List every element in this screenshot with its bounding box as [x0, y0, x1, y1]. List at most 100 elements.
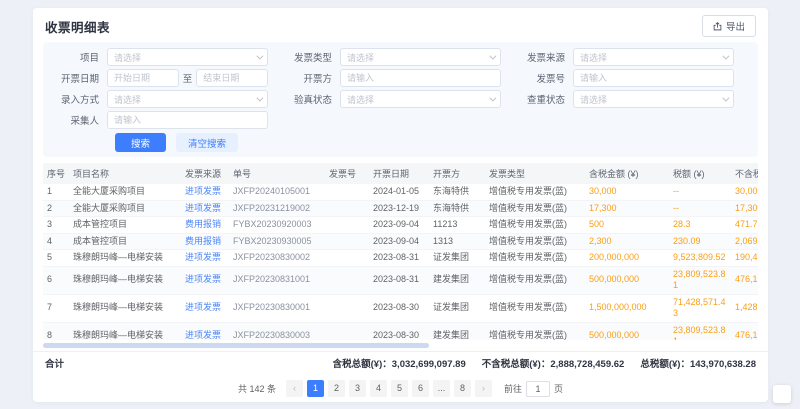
- field-label-project: 项目: [51, 50, 107, 64]
- filter-field-project: 项目 请选择: [51, 48, 284, 66]
- cell-source[interactable]: 进项发票: [181, 184, 229, 200]
- field-label-entry-method: 录入方式: [51, 92, 107, 106]
- pagination: 共 142 条 ‹ 123456...8 › 前往 页: [33, 374, 768, 402]
- filter-field-dedup-status: 查重状态 请选择: [517, 90, 750, 108]
- cell-net: 17,300: [731, 200, 758, 217]
- cell-invoice_no: [325, 250, 369, 267]
- cell-source[interactable]: 进项发票: [181, 250, 229, 267]
- cell-source[interactable]: 进项发票: [181, 322, 229, 340]
- cell-issuer: 东海特供: [429, 200, 485, 217]
- cell-date: 2023-08-30: [369, 322, 429, 340]
- cell-no: 8: [43, 322, 69, 340]
- cell-source[interactable]: 进项发票: [181, 294, 229, 322]
- cell-no: 4: [43, 233, 69, 250]
- column-header-source: 发票来源: [181, 163, 229, 184]
- cell-project: 珠穆朗玛峰—电梯安装: [69, 250, 181, 267]
- cell-order_no: JXFP20230830003: [229, 322, 325, 340]
- select-placeholder: 请选择: [347, 93, 374, 106]
- cell-date: 2023-09-04: [369, 233, 429, 250]
- goto-page-input[interactable]: [526, 381, 550, 397]
- clear-search-button[interactable]: 清空搜索: [176, 133, 238, 152]
- cell-invoice_no: [325, 294, 369, 322]
- cell-type: 增值税专用发票(蓝): [485, 294, 585, 322]
- page-button-8[interactable]: 8: [454, 380, 471, 397]
- cell-no: 6: [43, 266, 69, 294]
- dedup-status-select[interactable]: 请选择: [573, 90, 734, 108]
- select-placeholder: 请选择: [347, 51, 374, 64]
- cell-no: 2: [43, 200, 69, 217]
- field-label-invoice-date: 开票日期: [51, 71, 107, 85]
- export-button[interactable]: 导出: [702, 15, 756, 37]
- chevron-down-icon: [489, 94, 496, 101]
- page-button-1[interactable]: 1: [307, 380, 324, 397]
- scrollbar-thumb[interactable]: [43, 343, 429, 348]
- cell-type: 增值税专用发票(蓝): [485, 322, 585, 340]
- column-header-net: 不含税金额 (¥): [731, 163, 758, 184]
- cell-tax: 71,428,571.43: [669, 294, 731, 322]
- table-row: 7珠穆朗玛峰—电梯安装进项发票JXFP202308300012023-08-30…: [43, 294, 758, 322]
- collector-input[interactable]: [107, 111, 268, 129]
- cell-invoice_no: [325, 184, 369, 200]
- field-label-dedup-status: 查重状态: [517, 92, 573, 106]
- cell-issuer: 证发集团: [429, 250, 485, 267]
- cell-date: 2023-08-30: [369, 294, 429, 322]
- invoice-table-wrap[interactable]: 序号项目名称发票来源单号发票号开票日期开票方发票类型含税金额 (¥)税额 (¥)…: [43, 163, 758, 340]
- filter-panel: 项目 请选择 发票类型 请选择 发票来源 请选择: [43, 42, 758, 157]
- cell-source[interactable]: 费用报销: [181, 217, 229, 234]
- project-select[interactable]: 请选择: [107, 48, 268, 66]
- page-button-2[interactable]: 2: [328, 380, 345, 397]
- cell-net: 30,000: [731, 184, 758, 200]
- cell-type: 增值税专用发票(蓝): [485, 266, 585, 294]
- cell-source[interactable]: 进项发票: [181, 266, 229, 294]
- invoice-date-start-input[interactable]: [107, 69, 179, 87]
- entry-method-select[interactable]: 请选择: [107, 90, 268, 108]
- issuer-input[interactable]: [340, 69, 501, 87]
- page-button-4[interactable]: 4: [370, 380, 387, 397]
- summary-bar: 合计 含税总额(¥)：3,032,699,097.89 不含税总额(¥)：2,8…: [33, 351, 768, 374]
- filter-field-invoice-date: 开票日期 至: [51, 69, 284, 87]
- invoice-source-select[interactable]: 请选择: [573, 48, 734, 66]
- cell-tax: 28.3: [669, 217, 731, 234]
- page-button-5[interactable]: 5: [391, 380, 408, 397]
- page-button-6[interactable]: 6: [412, 380, 429, 397]
- cell-invoice_no: [325, 322, 369, 340]
- cell-order_no: FYBX20230930005: [229, 233, 325, 250]
- total-with-tax: 含税总额(¥)：3,032,699,097.89: [333, 356, 466, 370]
- search-button[interactable]: 搜索: [115, 133, 166, 152]
- filter-spacer: [517, 111, 750, 129]
- page-button-3[interactable]: 3: [349, 380, 366, 397]
- select-placeholder: 请选择: [114, 93, 141, 106]
- cell-source[interactable]: 进项发票: [181, 200, 229, 217]
- next-page-button[interactable]: ›: [475, 380, 492, 397]
- floating-widget-button[interactable]: [773, 385, 791, 403]
- date-separator: 至: [183, 71, 193, 85]
- cell-date: 2023-09-04: [369, 217, 429, 234]
- pagination-total: 共 142 条: [238, 382, 276, 395]
- verify-status-select[interactable]: 请选择: [340, 90, 501, 108]
- page-ellipsis-button[interactable]: ...: [433, 380, 450, 397]
- cell-amount: 1,500,000,000: [585, 294, 669, 322]
- cell-amount: 17,300: [585, 200, 669, 217]
- cell-type: 增值税专用发票(蓝): [485, 233, 585, 250]
- invoice-type-select[interactable]: 请选择: [340, 48, 501, 66]
- column-header-order_no: 单号: [229, 163, 325, 184]
- chevron-down-icon: [722, 94, 729, 101]
- filter-field-entry-method: 录入方式 请选择: [51, 90, 284, 108]
- cell-order_no: FYBX20230920003: [229, 217, 325, 234]
- cell-net: 476,190,476.19: [731, 322, 758, 340]
- chevron-down-icon: [256, 94, 263, 101]
- cell-type: 增值税专用发票(蓝): [485, 250, 585, 267]
- export-icon: [713, 22, 722, 31]
- filter-field-issuer: 开票方: [284, 69, 517, 87]
- column-header-project: 项目名称: [69, 163, 181, 184]
- table-row: 8珠穆朗玛峰—电梯安装进项发票JXFP202308300032023-08-30…: [43, 322, 758, 340]
- prev-page-button[interactable]: ‹: [286, 380, 303, 397]
- field-label-issuer: 开票方: [284, 71, 340, 85]
- invoice-number-input[interactable]: [573, 69, 734, 87]
- cell-net: 2,069.91: [731, 233, 758, 250]
- invoice-date-end-input[interactable]: [196, 69, 268, 87]
- chevron-down-icon: [489, 52, 496, 59]
- cell-project: 珠穆朗玛峰—电梯安装: [69, 266, 181, 294]
- cell-issuer: 11213: [429, 217, 485, 234]
- cell-source[interactable]: 费用报销: [181, 233, 229, 250]
